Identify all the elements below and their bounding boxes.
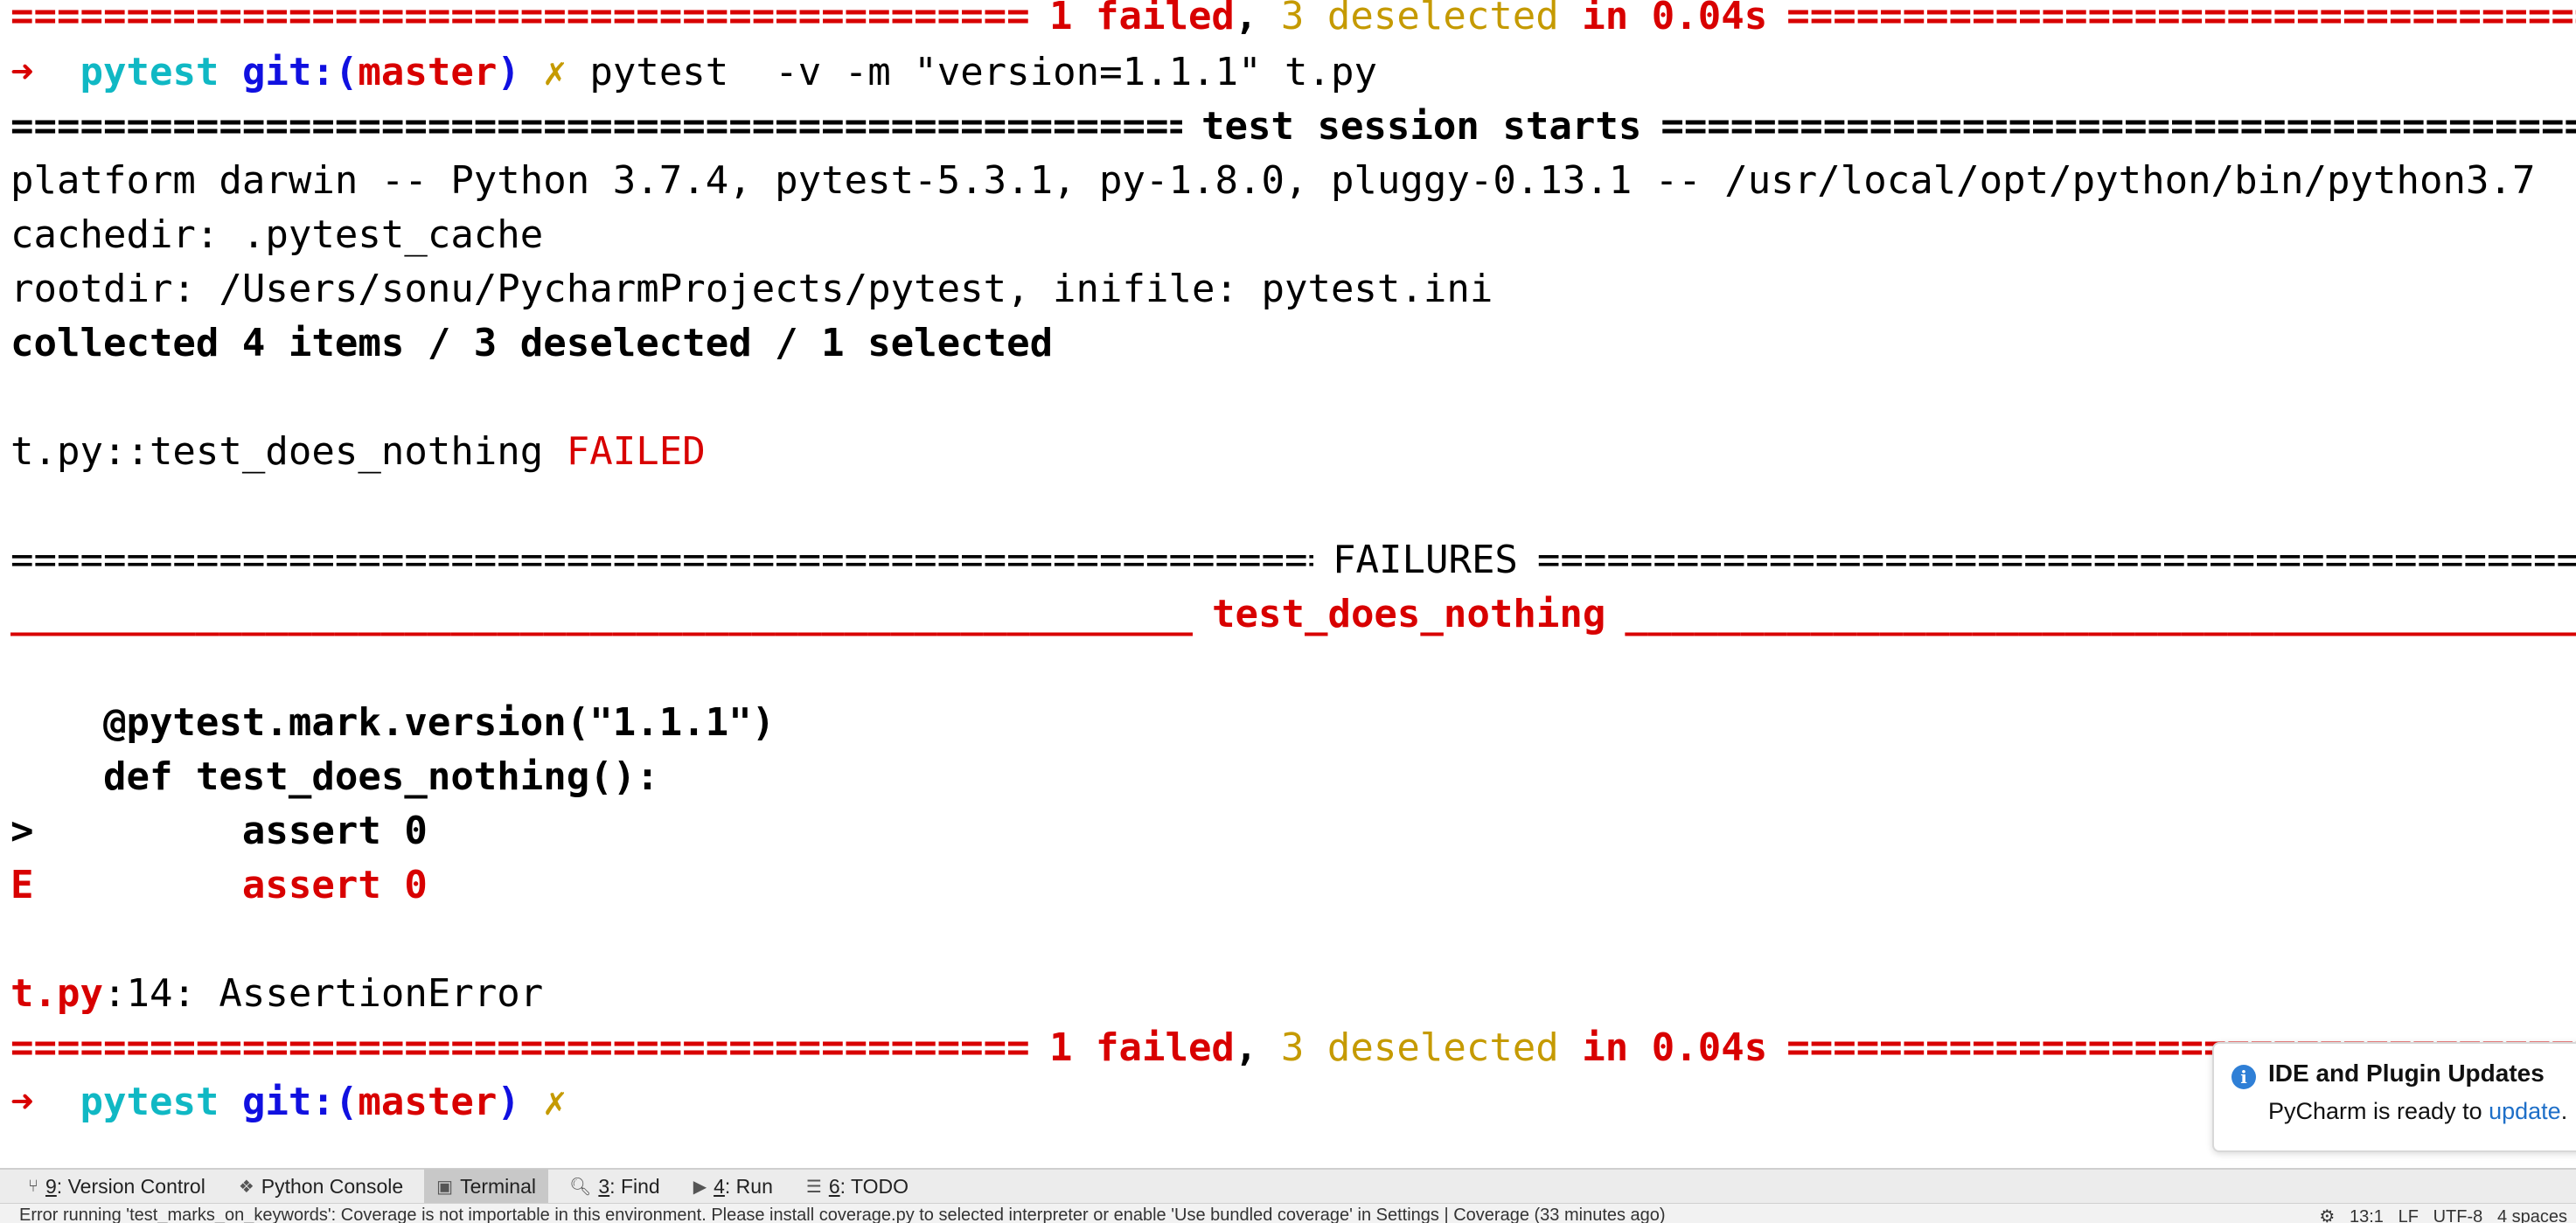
prompt-arrow-icon: ➜ xyxy=(10,50,34,94)
terminal-output[interactable]: ========================================… xyxy=(0,0,2576,1168)
prompt-directory: pytest xyxy=(80,50,219,94)
error-file-link[interactable]: t.py xyxy=(10,971,103,1016)
file-encoding[interactable]: UTF-8 xyxy=(2433,1207,2483,1223)
deselected-count: 3 deselected xyxy=(1280,0,1559,38)
gear-icon[interactable]: ⚙ xyxy=(2319,1207,2335,1223)
git-dirty-icon: ✗ xyxy=(543,50,567,94)
failing-line-marker: > xyxy=(10,809,34,853)
notification-body: PyCharm is ready to update. xyxy=(2268,1098,2568,1124)
tool-find[interactable]: 🔍︎ 3: Find xyxy=(557,1169,672,1204)
info-icon: i xyxy=(2231,1065,2256,1089)
caret-position[interactable]: 13:1 xyxy=(2350,1207,2384,1223)
assertion-error-line: t.py:14: AssertionError xyxy=(10,971,544,1016)
session-banner: ========================================… xyxy=(10,100,2576,154)
prompt-line: ➜ pytest git:(master) ✗ pytest -v -m "ve… xyxy=(10,50,1378,94)
tool-terminal[interactable]: ▣ Terminal xyxy=(424,1169,548,1204)
terminal-icon: ▣ xyxy=(436,1177,454,1197)
test-name-banner: ________________________________________… xyxy=(10,587,2576,642)
prompt-line-current[interactable]: ➜ pytest git:(master) ✗ xyxy=(10,1075,567,1129)
cachedir-line: cachedir: .pytest_cache xyxy=(10,212,544,257)
version-control-icon: ⑂ xyxy=(28,1176,38,1196)
status-bar: Error running 'test_marks_on_keywords': … xyxy=(0,1203,2576,1223)
collected-line: collected 4 items / 3 deselected / 1 sel… xyxy=(10,321,1054,365)
tool-version-control[interactable]: ⑂ 9: Version Control xyxy=(16,1169,218,1204)
summary-banner-bottom: ========================================… xyxy=(10,1025,2576,1070)
tool-run[interactable]: ▶ 4: Run xyxy=(681,1169,785,1204)
search-icon: 🔍︎ xyxy=(568,1177,592,1197)
failures-banner: ========================================… xyxy=(10,533,2576,587)
test-result-line: t.py::test_does_nothing FAILED xyxy=(10,429,706,474)
failed-count: 1 failed xyxy=(1049,0,1235,38)
prompt-arrow-icon: ➜ xyxy=(10,1080,34,1124)
git-branch: master xyxy=(358,50,498,94)
code-assert-line: > assert 0 xyxy=(10,809,428,853)
code-decorator: @pytest.mark.version("1.1.1") xyxy=(10,700,776,745)
line-separator[interactable]: LF xyxy=(2398,1207,2419,1223)
python-console-icon: ❖ xyxy=(238,1177,254,1197)
status-message[interactable]: Error running 'test_marks_on_keywords': … xyxy=(19,1206,1666,1223)
update-link[interactable]: update xyxy=(2489,1098,2561,1124)
session-title: test session starts xyxy=(1201,104,1642,149)
code-def: def test_does_nothing(): xyxy=(10,754,659,799)
notification-title: IDE and Plugin Updates xyxy=(2268,1060,2545,1087)
tool-todo[interactable]: ☰ 6: TODO xyxy=(794,1169,921,1204)
error-marker: E xyxy=(10,863,34,907)
failures-title: FAILURES xyxy=(1333,538,1518,582)
test-name-title: test_does_nothing xyxy=(1212,592,1606,636)
status-right: ⚙ 13:1 LF UTF-8 4 spaces xyxy=(2319,1206,2567,1223)
failed-status: FAILED xyxy=(566,429,706,474)
run-icon: ▶ xyxy=(693,1177,707,1197)
summary-banner-top: ========================================… xyxy=(10,0,2576,44)
todo-icon: ☰ xyxy=(805,1177,822,1197)
tool-python-console[interactable]: ❖ Python Console xyxy=(226,1169,415,1204)
command-text: pytest -v -m "version=1.1.1" t.py xyxy=(589,50,1378,94)
indent-setting[interactable]: 4 spaces xyxy=(2497,1207,2567,1223)
platform-line: platform darwin -- Python 3.7.4, pytest-… xyxy=(10,158,2536,203)
error-assert-line: E assert 0 xyxy=(10,863,428,907)
git-dirty-icon: ✗ xyxy=(543,1080,567,1124)
tool-window-bar: ⑂ 9: Version Control ❖ Python Console ▣ … xyxy=(0,1168,2576,1204)
rootdir-line: rootdir: /Users/sonu/PycharmProjects/pyt… xyxy=(10,267,1493,311)
update-notification[interactable]: i IDE and Plugin Updates PyCharm is read… xyxy=(2212,1042,2576,1152)
